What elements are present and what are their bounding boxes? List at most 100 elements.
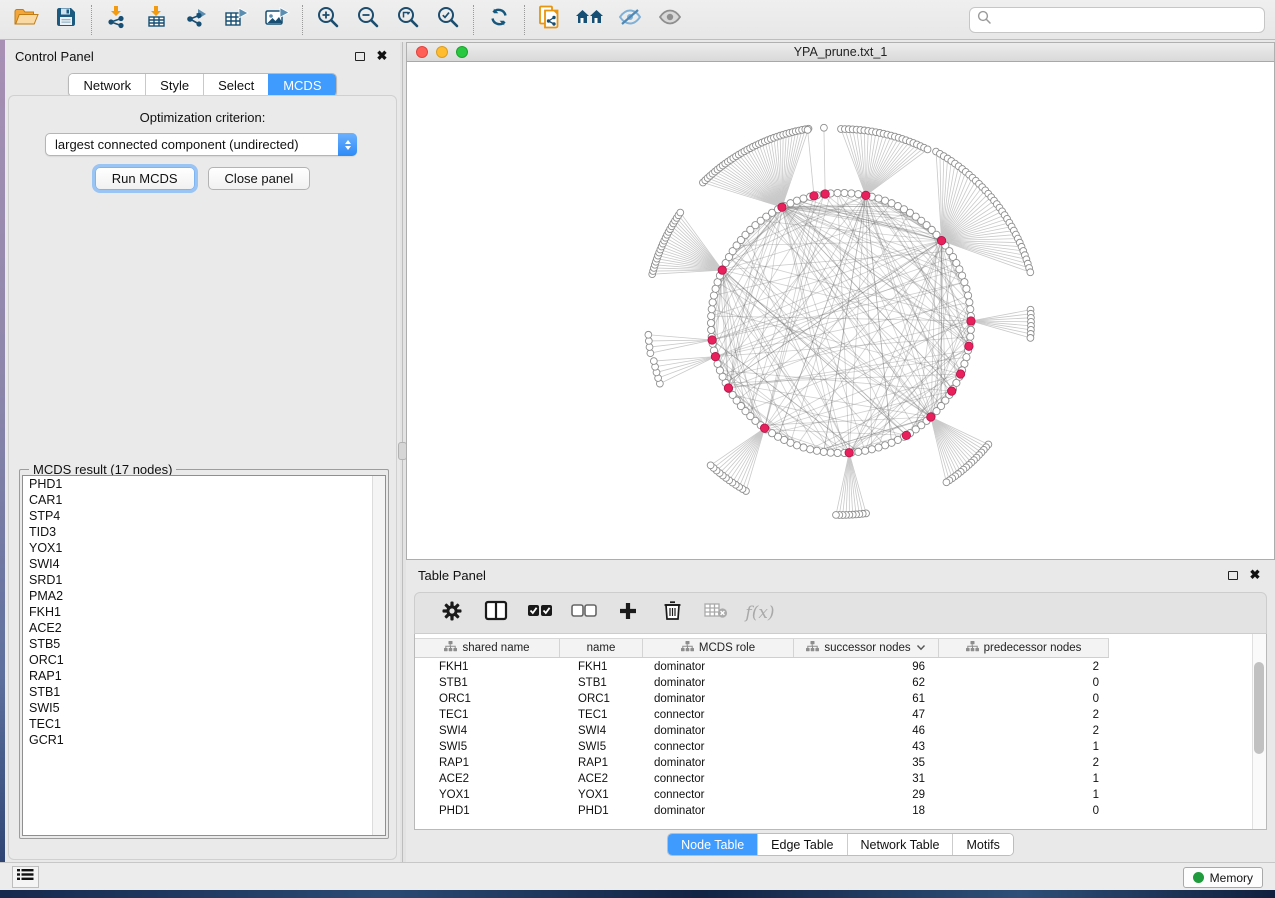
graph-node[interactable] xyxy=(841,189,848,196)
tab-edge-table[interactable]: Edge Table xyxy=(757,834,846,855)
graph-node[interactable] xyxy=(807,446,814,453)
graph-mcds-node[interactable] xyxy=(902,431,910,439)
graph-node[interactable] xyxy=(966,299,973,306)
graph-node[interactable] xyxy=(868,446,875,453)
graph-node[interactable] xyxy=(827,449,834,456)
graph-node[interactable] xyxy=(834,189,841,196)
graph-node[interactable] xyxy=(848,190,855,197)
graph-mcds-node[interactable] xyxy=(724,384,732,392)
first-neighbors-button[interactable] xyxy=(570,4,610,36)
graph-node[interactable] xyxy=(967,326,974,333)
save-session-button[interactable] xyxy=(46,4,86,36)
tab-style[interactable]: Style xyxy=(145,74,203,96)
graph-mcds-node[interactable] xyxy=(956,370,964,378)
graph-node[interactable] xyxy=(882,442,889,449)
tab-network[interactable]: Network xyxy=(69,74,145,96)
graph-node[interactable] xyxy=(964,292,971,299)
duplicate-network-button[interactable] xyxy=(530,4,570,36)
graph-mcds-node[interactable] xyxy=(862,191,870,199)
graph-mcds-node[interactable] xyxy=(967,317,975,325)
table-row[interactable]: RAP1RAP1dominator352 xyxy=(415,755,1266,771)
show-all-button[interactable] xyxy=(650,4,690,36)
mcds-result-item[interactable]: SWI5 xyxy=(23,700,385,716)
column-header-MCDS-role[interactable]: MCDS role xyxy=(643,639,794,657)
mcds-result-item[interactable]: SWI4 xyxy=(23,556,385,572)
graph-node[interactable] xyxy=(714,360,721,367)
table-float-button[interactable] xyxy=(1225,567,1241,583)
mcds-result-item[interactable]: TEC1 xyxy=(23,716,385,732)
table-row[interactable]: YOX1YOX1connector291 xyxy=(415,787,1266,803)
mcds-result-item[interactable]: GCR1 xyxy=(23,732,385,748)
zoom-out-button[interactable] xyxy=(348,4,388,36)
zoom-fit-button[interactable] xyxy=(388,4,428,36)
column-header-name[interactable]: name xyxy=(560,639,643,657)
graph-node[interactable] xyxy=(820,448,827,455)
graph-mcds-node[interactable] xyxy=(927,413,935,421)
graph-node[interactable] xyxy=(861,447,868,454)
create-column-button[interactable] xyxy=(613,598,643,628)
graph-node[interactable] xyxy=(855,448,862,455)
graph-node[interactable] xyxy=(967,333,974,340)
graph-leaf-node[interactable] xyxy=(943,479,950,486)
table-row[interactable]: ACE2ACE2connector311 xyxy=(415,771,1266,787)
graph-node[interactable] xyxy=(707,319,714,326)
open-file-button[interactable] xyxy=(6,4,46,36)
search-input[interactable] xyxy=(997,10,1264,30)
graph-mcds-node[interactable] xyxy=(778,203,786,211)
graph-mcds-node[interactable] xyxy=(937,236,945,244)
graph-leaf-node[interactable] xyxy=(645,331,652,338)
graph-mcds-node[interactable] xyxy=(948,387,956,395)
table-row[interactable]: PHD1PHD1dominator180 xyxy=(415,803,1266,819)
refresh-button[interactable] xyxy=(479,4,519,36)
mcds-result-item[interactable]: ACE2 xyxy=(23,620,385,636)
table-row[interactable]: STB1STB1dominator620 xyxy=(415,675,1266,691)
graph-leaf-node[interactable] xyxy=(1027,269,1034,276)
graph-node[interactable] xyxy=(800,444,807,451)
show-panel-list-button[interactable] xyxy=(12,866,39,888)
graph-node[interactable] xyxy=(961,279,968,286)
column-header-successor-nodes[interactable]: successor nodes xyxy=(794,639,939,657)
graph-leaf-node[interactable] xyxy=(924,146,931,153)
graph-node[interactable] xyxy=(875,195,882,202)
mcds-result-item[interactable]: STB1 xyxy=(23,684,385,700)
table-scrollbar-thumb[interactable] xyxy=(1254,662,1264,754)
close-panel-action-button[interactable]: Close panel xyxy=(208,167,311,190)
graph-leaf-node[interactable] xyxy=(707,462,714,469)
table-row[interactable]: TEC1TEC1connector472 xyxy=(415,707,1266,723)
mcds-result-item[interactable]: SRD1 xyxy=(23,572,385,588)
table-settings-button[interactable] xyxy=(437,598,467,628)
close-panel-button[interactable]: ✖ xyxy=(374,48,390,64)
network-window-titlebar[interactable]: YPA_prune.txt_1 xyxy=(406,42,1275,62)
graph-leaf-node[interactable] xyxy=(833,512,840,519)
graph-leaf-node[interactable] xyxy=(1027,335,1034,342)
mcds-result-item[interactable]: STP4 xyxy=(23,508,385,524)
optimization-criterion-dropdown[interactable]: largest connected component (undirected) xyxy=(45,133,357,156)
graph-mcds-node[interactable] xyxy=(810,192,818,200)
graph-node[interactable] xyxy=(875,444,882,451)
mcds-result-item[interactable]: TID3 xyxy=(23,524,385,540)
graph-node[interactable] xyxy=(813,447,820,454)
mcds-result-item[interactable]: RAP1 xyxy=(23,668,385,684)
select-all-rows-button[interactable] xyxy=(525,598,555,628)
mcds-list-scrollbar[interactable] xyxy=(372,476,385,835)
import-table-button[interactable] xyxy=(137,4,177,36)
table-close-button[interactable]: ✖ xyxy=(1247,567,1263,583)
graph-node[interactable] xyxy=(800,195,807,202)
tab-select[interactable]: Select xyxy=(203,74,268,96)
table-row[interactable]: SWI4SWI4dominator462 xyxy=(415,723,1266,739)
memory-button[interactable]: Memory xyxy=(1183,867,1263,888)
graph-node[interactable] xyxy=(963,285,970,292)
table-row[interactable]: FKH1FKH1dominator962 xyxy=(415,659,1266,675)
graph-node[interactable] xyxy=(963,354,970,361)
graph-mcds-node[interactable] xyxy=(708,336,716,344)
graph-mcds-node[interactable] xyxy=(711,352,719,360)
graph-node[interactable] xyxy=(793,197,800,204)
mcds-result-item[interactable]: PMA2 xyxy=(23,588,385,604)
graph-leaf-node[interactable] xyxy=(804,126,811,133)
graph-mcds-node[interactable] xyxy=(821,190,829,198)
graph-mcds-node[interactable] xyxy=(845,449,853,457)
graph-leaf-node[interactable] xyxy=(650,358,657,365)
column-header-predecessor-nodes[interactable]: predecessor nodes xyxy=(939,639,1109,657)
graph-node[interactable] xyxy=(709,299,716,306)
export-table-button[interactable] xyxy=(217,4,257,36)
